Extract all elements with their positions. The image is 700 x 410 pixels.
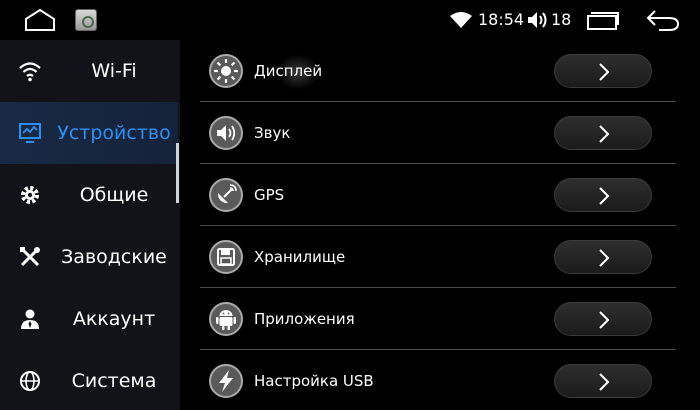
menu-item-usb-settings[interactable]: Настройка USB [200, 350, 676, 410]
device-settings-list: Дисплей Звук GPS [200, 40, 676, 410]
speaker-icon [209, 116, 243, 150]
sidebar-item-system[interactable]: Система [0, 350, 178, 410]
menu-item-sound[interactable]: Звук [200, 102, 676, 164]
touch-ripple [276, 54, 320, 90]
chevron-right-icon [599, 249, 610, 267]
sidebar: Wi-Fi Устройство Общие Заводские Аккаунт… [0, 40, 180, 410]
volume-icon[interactable] [526, 9, 548, 31]
chevron-right-icon [599, 311, 610, 329]
open-gps-button[interactable] [554, 178, 652, 212]
android-icon [209, 302, 243, 336]
volume-level: 18 [551, 10, 572, 29]
open-usb-settings-button[interactable] [554, 364, 652, 398]
menu-item-label: Хранилище [254, 248, 346, 266]
home-icon[interactable] [24, 8, 56, 32]
sidebar-item-device[interactable]: Устройство [0, 102, 178, 164]
open-apps-button[interactable] [554, 302, 652, 336]
sidebar-item-account[interactable]: Аккаунт [0, 288, 178, 350]
satellite-icon [209, 178, 243, 212]
usb-bolt-icon [209, 364, 243, 398]
menu-item-apps[interactable]: Приложения [200, 288, 676, 350]
clock: 18:54 [478, 10, 525, 29]
app-thumbnail-icon[interactable] [75, 9, 97, 31]
sidebar-item-wifi[interactable]: Wi-Fi [0, 40, 178, 102]
status-bar: 18:54 18 [0, 0, 700, 40]
sidebar-item-label: Система [71, 370, 157, 392]
floppy-disk-icon [209, 240, 243, 274]
sidebar-item-factory[interactable]: Заводские [0, 226, 178, 288]
chevron-right-icon [599, 373, 610, 391]
recent-apps-icon[interactable] [586, 9, 620, 31]
chevron-right-icon [599, 187, 610, 205]
active-indicator [176, 143, 179, 203]
menu-item-label: Приложения [254, 310, 355, 328]
open-storage-button[interactable] [554, 240, 652, 274]
sidebar-item-label: Устройство [57, 122, 171, 144]
sidebar-item-label: Wi-Fi [91, 60, 137, 82]
menu-item-display[interactable]: Дисплей [200, 40, 676, 102]
menu-item-label: GPS [254, 186, 285, 204]
open-display-button[interactable] [554, 54, 652, 88]
chevron-right-icon [599, 125, 610, 143]
back-icon[interactable] [645, 8, 681, 32]
sidebar-item-label: Аккаунт [72, 308, 156, 330]
open-sound-button[interactable] [554, 116, 652, 150]
menu-item-label: Звук [254, 124, 291, 142]
brightness-icon [209, 54, 243, 88]
chevron-right-icon [599, 63, 610, 81]
sidebar-item-label: Заводские [61, 246, 167, 268]
menu-item-gps[interactable]: GPS [200, 164, 676, 226]
menu-item-storage[interactable]: Хранилище [200, 226, 676, 288]
sidebar-item-label: Общие [79, 184, 149, 206]
wifi-icon [450, 12, 472, 28]
sidebar-item-general[interactable]: Общие [0, 164, 178, 226]
menu-item-label: Настройка USB [254, 372, 374, 390]
